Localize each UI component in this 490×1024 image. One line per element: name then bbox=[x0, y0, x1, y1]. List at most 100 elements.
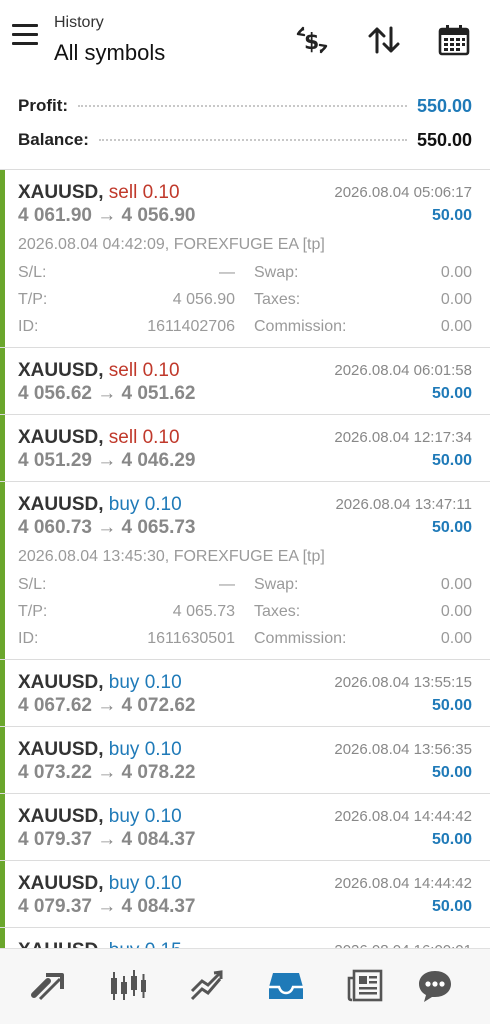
detail-row: ID: 1611630501 Commission: 0.00 bbox=[18, 630, 472, 652]
trade-comment: 2026.08.04 04:42:09, FOREXFUGE EA [tp] bbox=[18, 236, 325, 253]
trade-history-list[interactable]: XAUUSD, sell 0.10 2026.08.04 05:06:17 4 06… bbox=[0, 170, 490, 950]
trade-close-time: 2026.08.04 12:17:34 bbox=[334, 429, 472, 446]
trade-profit: 50.00 bbox=[431, 831, 472, 848]
trade-side-volume: sell 0.10 bbox=[108, 360, 180, 381]
trade-side-volume: buy 0.10 bbox=[108, 873, 182, 894]
swap-value: 0.00 bbox=[440, 264, 472, 281]
balance-row: Balance: 550.00 bbox=[18, 127, 472, 153]
trade-icon[interactable] bbox=[24, 961, 74, 1011]
stop-loss-value: — bbox=[219, 264, 235, 281]
swap-label: Swap: bbox=[254, 264, 299, 281]
trade-prices: 4 073.22 → 4 078.22 bbox=[18, 762, 196, 783]
stop-loss-label: S/L: bbox=[18, 576, 47, 593]
trade-profit: 50.00 bbox=[431, 452, 472, 469]
trade-profit: 50.00 bbox=[431, 697, 472, 714]
symbol-name: XAUUSD, bbox=[18, 806, 104, 827]
trade-analytics-icon[interactable] bbox=[182, 961, 232, 1011]
detail-row: ID: 1611402706 Commission: 0.00 bbox=[18, 318, 472, 340]
swap-value: 0.00 bbox=[440, 576, 472, 593]
taxes-value: 0.00 bbox=[440, 291, 472, 308]
profit-indicator-bar bbox=[0, 170, 5, 347]
trade-row[interactable]: XAUUSD, buy 0.10 2026.08.04 13:47:11 4 060… bbox=[0, 482, 490, 660]
trade-symbol: XAUUSD, sell 0.10 bbox=[18, 360, 180, 382]
trade-comment: 2026.08.04 13:45:30, FOREXFUGE EA [tp] bbox=[18, 548, 325, 565]
calendar-icon[interactable] bbox=[434, 20, 474, 60]
symbol-name: XAUUSD, bbox=[18, 672, 104, 693]
symbol-filter-title[interactable]: All symbols bbox=[54, 40, 165, 66]
trade-side-volume: buy 0.10 bbox=[108, 672, 182, 693]
trade-close-time: 2026.08.04 05:06:17 bbox=[334, 184, 472, 201]
trade-prices: 4 056.62 → 4 051.62 bbox=[18, 383, 196, 404]
take-profit-label: T/P: bbox=[18, 291, 48, 308]
trade-profit: 50.00 bbox=[431, 385, 472, 402]
trade-row[interactable]: XAUUSD, sell 0.10 2026.08.04 06:01:58 4 05… bbox=[0, 348, 490, 415]
trade-side-volume: buy 0.10 bbox=[108, 739, 182, 760]
trade-row[interactable]: XAUUSD, sell 0.10 2026.08.04 05:06:17 4 06… bbox=[0, 170, 490, 348]
profit-indicator-bar bbox=[0, 727, 5, 793]
detail-row: S/L: — Swap: 0.00 bbox=[18, 264, 472, 286]
trade-profit: 50.00 bbox=[431, 207, 472, 224]
trade-symbol: XAUUSD, buy 0.10 bbox=[18, 494, 182, 516]
sort-icon[interactable] bbox=[364, 20, 404, 60]
trade-side-volume: buy 0.10 bbox=[108, 494, 182, 515]
balance-label: Balance: bbox=[18, 130, 89, 149]
symbol-name: XAUUSD, bbox=[18, 360, 104, 381]
symbol-name: XAUUSD, bbox=[18, 873, 104, 894]
detail-row: S/L: — Swap: 0.00 bbox=[18, 576, 472, 598]
trade-row[interactable]: XAUUSD, buy 0.10 2026.08.04 13:55:15 4 067… bbox=[0, 660, 490, 727]
trade-prices: 4 079.37 → 4 084.37 bbox=[18, 896, 196, 917]
taxes-value: 0.00 bbox=[440, 603, 472, 620]
trade-close-time: 2026.08.04 06:01:58 bbox=[334, 362, 472, 379]
news-icon[interactable] bbox=[340, 961, 390, 1011]
commission-value: 0.00 bbox=[440, 318, 472, 335]
trade-prices: 4 061.90 → 4 056.90 bbox=[18, 205, 196, 226]
trade-close-time: 2026.08.04 13:56:35 bbox=[334, 741, 472, 758]
trade-side-volume: buy 0.10 bbox=[108, 806, 182, 827]
trade-row[interactable]: XAUUSD, buy 0.10 2026.08.04 14:44:42 4 079… bbox=[0, 861, 490, 928]
order-id-label: ID: bbox=[18, 630, 39, 647]
chat-icon[interactable] bbox=[410, 961, 460, 1011]
trade-close-time: 2026.08.04 13:47:11 bbox=[335, 496, 472, 513]
dotted-leader bbox=[98, 139, 407, 141]
trade-profit: 50.00 bbox=[431, 898, 472, 915]
commission-label: Commission: bbox=[254, 630, 347, 647]
commission-label: Commission: bbox=[254, 318, 347, 335]
trade-prices: 4 060.73 → 4 065.73 bbox=[18, 517, 196, 538]
menu-icon[interactable] bbox=[12, 24, 42, 52]
trade-details: 2026.08.04 04:42:09, FOREXFUGE EA [tp] S/… bbox=[18, 236, 472, 340]
trade-row[interactable]: XAUUSD, buy 0.10 2026.08.04 14:44:42 4 079… bbox=[0, 794, 490, 861]
profit-indicator-bar bbox=[0, 660, 5, 726]
trade-prices: 4 079.37 → 4 084.37 bbox=[18, 829, 196, 850]
stop-loss-value: — bbox=[219, 576, 235, 593]
trade-row[interactable]: XAUUSD, buy 0.152026.08.04 16:00:01 bbox=[0, 928, 490, 950]
swap-label: Swap: bbox=[254, 576, 299, 593]
trade-profit: 50.00 bbox=[431, 764, 472, 781]
trade-row[interactable]: XAUUSD, buy 0.10 2026.08.04 13:56:35 4 073… bbox=[0, 727, 490, 794]
currency-exchange-icon[interactable]: $ bbox=[292, 20, 332, 60]
chart-icon[interactable] bbox=[103, 961, 153, 1011]
profit-label: Profit: bbox=[18, 96, 69, 115]
trade-prices: 4 067.62 → 4 072.62 bbox=[18, 695, 196, 716]
svg-text:$: $ bbox=[304, 30, 319, 55]
profit-value: 550.00 bbox=[416, 95, 472, 116]
taxes-label: Taxes: bbox=[254, 291, 301, 308]
detail-row: T/P: 4 056.90 Taxes: 0.00 bbox=[18, 291, 472, 313]
order-id-value: 1611402706 bbox=[147, 318, 235, 335]
trade-side-volume: sell 0.10 bbox=[108, 427, 180, 448]
trade-symbol: XAUUSD, buy 0.10 bbox=[18, 806, 182, 828]
trade-close-time: 2026.08.04 14:44:42 bbox=[334, 875, 472, 892]
trade-symbol: XAUUSD, sell 0.10 bbox=[18, 427, 180, 449]
trade-row[interactable]: XAUUSD, sell 0.10 2026.08.04 12:17:34 4 05… bbox=[0, 415, 490, 482]
trade-close-time: 2026.08.04 13:55:15 bbox=[334, 674, 472, 691]
profit-row: Profit: 550.00 bbox=[18, 93, 472, 119]
stop-loss-label: S/L: bbox=[18, 264, 47, 281]
take-profit-value: 4 056.90 bbox=[172, 291, 235, 308]
taxes-label: Taxes: bbox=[254, 603, 301, 620]
profit-indicator-bar bbox=[0, 928, 5, 950]
trade-symbol: XAUUSD, buy 0.10 bbox=[18, 873, 182, 895]
history-inbox-icon[interactable] bbox=[261, 961, 311, 1011]
trade-close-time: 2026.08.04 14:44:42 bbox=[334, 808, 472, 825]
balance-value: 550.00 bbox=[416, 129, 472, 150]
order-id-label: ID: bbox=[18, 318, 39, 335]
take-profit-value: 4 065.73 bbox=[172, 603, 235, 620]
